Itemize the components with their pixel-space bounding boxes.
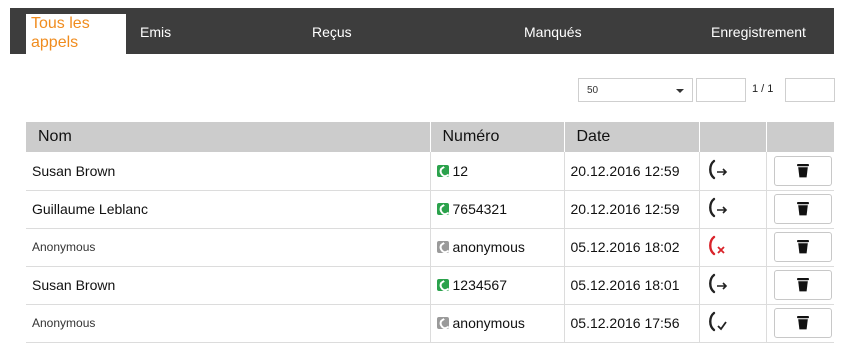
caller-number: 1234567 <box>452 277 508 293</box>
page-number-input[interactable] <box>696 78 746 102</box>
outgoing-call-icon <box>706 159 736 183</box>
chevron-down-icon <box>676 89 684 93</box>
trash-icon <box>797 240 810 254</box>
caller-number: anonymous <box>452 315 525 331</box>
call-list-tab-bar: Tous les appels Emis Reçus Manqués Enreg… <box>10 8 834 56</box>
outgoing-call-icon <box>706 273 736 297</box>
caller-number-cell: 1234567 <box>430 266 565 305</box>
trash-icon <box>797 163 810 178</box>
table-header-row: Nom Numéro Date <box>26 122 834 152</box>
trash-icon <box>797 278 810 292</box>
delete-entry-button[interactable] <box>774 155 833 186</box>
tab-missed[interactable]: Manqués <box>524 24 582 62</box>
caller-name: Susan Brown <box>26 152 431 191</box>
tab-received[interactable]: Reçus <box>312 24 352 62</box>
caller-name: Anonymous <box>26 228 431 267</box>
phone-grey-icon <box>436 241 449 253</box>
call-type-cell <box>699 304 767 343</box>
call-type-cell <box>699 190 767 229</box>
trash-icon <box>797 202 810 216</box>
table-row[interactable]: Guillaume Leblanc 7654321 20.12.2016 12:59 <box>26 190 834 229</box>
page-jump-input[interactable] <box>785 78 835 102</box>
call-date: 05.12.2016 17:56 <box>564 304 700 343</box>
tab-outgoing[interactable]: Emis <box>140 24 171 62</box>
call-type-cell <box>699 152 767 191</box>
phone-book-icon <box>436 164 449 177</box>
trash-icon <box>797 316 810 330</box>
received-call-icon <box>706 311 736 335</box>
delete-cell <box>766 152 834 191</box>
delete-entry-button[interactable] <box>774 232 833 262</box>
missed-call-icon <box>706 235 736 259</box>
phone-book-icon <box>436 279 449 291</box>
caller-name: Anonymous <box>26 304 431 343</box>
delete-entry-button[interactable] <box>774 270 833 300</box>
caller-number: 12 <box>452 162 469 179</box>
column-header-number[interactable]: Numéro <box>430 122 565 152</box>
caller-number-cell: 12 <box>430 152 565 191</box>
phone-grey-icon <box>436 317 449 329</box>
delete-entry-button[interactable] <box>774 308 833 338</box>
entries-per-page-select[interactable]: 50 <box>578 78 693 102</box>
column-header-type <box>699 122 767 152</box>
column-header-delete <box>766 122 834 152</box>
caller-number-cell: anonymous <box>430 304 565 343</box>
delete-entry-button[interactable] <box>774 194 833 224</box>
table-row[interactable]: Anonymous anonymous 05.12.2016 17:56 <box>26 304 834 343</box>
delete-cell <box>766 304 834 343</box>
caller-number-cell: anonymous <box>430 228 565 267</box>
tab-all-calls[interactable]: Tous les appels <box>26 14 126 56</box>
caller-number: anonymous <box>452 239 525 255</box>
call-type-cell <box>699 266 767 305</box>
page-count: 1 / 1 <box>752 83 774 95</box>
caller-name: Susan Brown <box>26 266 431 305</box>
caller-number: 7654321 <box>452 201 508 217</box>
call-date: 05.12.2016 18:02 <box>564 228 700 267</box>
column-header-name[interactable]: Nom <box>26 122 431 152</box>
caller-number-cell: 7654321 <box>430 190 565 229</box>
call-date: 05.12.2016 18:01 <box>564 266 700 305</box>
outgoing-call-icon <box>706 197 736 221</box>
entries-per-page-value: 50 <box>587 85 599 96</box>
column-header-date[interactable]: Date <box>564 122 700 152</box>
table-row[interactable]: Anonymous anonymous 05.12.2016 18:02 <box>26 228 834 267</box>
call-type-cell <box>699 228 767 267</box>
delete-cell <box>766 190 834 229</box>
call-date: 20.12.2016 12:59 <box>564 190 700 229</box>
tab-recorded[interactable]: Enregistrement <box>711 24 806 62</box>
phone-book-icon <box>436 203 449 215</box>
call-rows: Susan Brown 12 20.12.2016 12:59 Guillaume L… <box>26 152 834 343</box>
delete-cell <box>766 266 834 305</box>
caller-name: Guillaume Leblanc <box>26 190 431 229</box>
delete-cell <box>766 228 834 267</box>
table-row[interactable]: Susan Brown 1234567 05.12.2016 18:01 <box>26 266 834 305</box>
call-list-table: Nom Numéro Date Susan Brown 12 20.12.2016 … <box>26 122 834 343</box>
table-row[interactable]: Susan Brown 12 20.12.2016 12:59 <box>26 152 834 191</box>
call-date: 20.12.2016 12:59 <box>564 152 700 191</box>
